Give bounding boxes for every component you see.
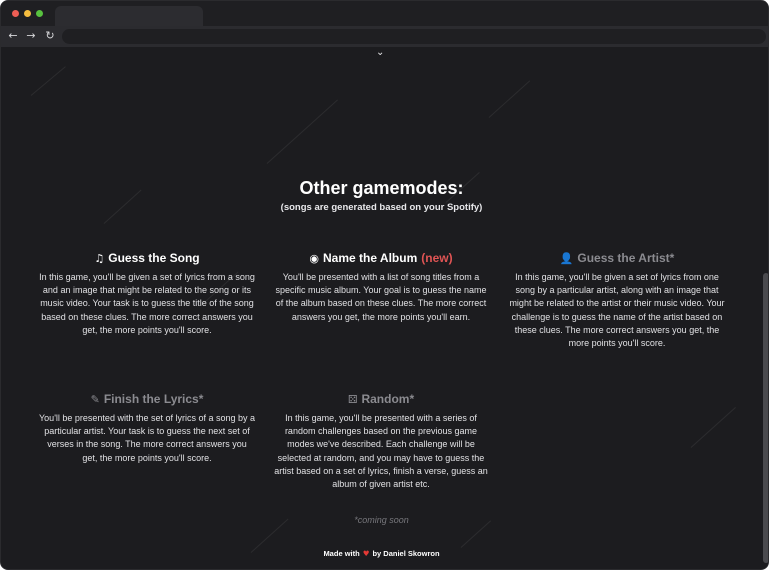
new-badge: (new) — [421, 251, 453, 265]
dice-icon: ⚄ — [347, 392, 358, 406]
gamemode-title-text: Finish the Lyrics* — [103, 392, 204, 406]
gamemode-description: In this game, you'll be given a set of l… — [509, 272, 725, 349]
minimize-window-button[interactable] — [24, 10, 31, 17]
gamemode-name-the-album[interactable]: ◉ Name the Album (new) You'll be present… — [273, 250, 489, 324]
footer-author: by Daniel Skowron — [372, 549, 440, 558]
gamemode-description: You'll be presented with the set of lyri… — [39, 413, 256, 463]
gamemode-title: ♫ Guess the Song — [39, 250, 255, 266]
footer-made-with: Made with — [323, 549, 360, 558]
page-subtitle: (songs are generated based on your Spoti… — [280, 202, 483, 213]
gamemode-guess-the-song[interactable]: ♫ Guess the Song In this game, you'll be… — [39, 250, 255, 337]
user-icon: 👤 — [559, 251, 574, 265]
background-streak — [266, 99, 338, 164]
gamemode-description: In this game, you'll be given a set of l… — [39, 272, 255, 335]
gamemode-title: ✎ Finish the Lyrics* — [39, 391, 255, 407]
forward-icon[interactable]: → — [23, 28, 39, 44]
gamemode-title-text: Guess the Song — [108, 251, 200, 265]
album-icon: ◉ — [309, 251, 319, 265]
browser-window: ← → ↻ ⌄ Other gamemodes: (songs are gene… — [0, 0, 769, 570]
gamemode-random: ⚄ Random* In this game, you'll be presen… — [273, 391, 489, 491]
address-bar[interactable] — [62, 29, 766, 44]
browser-tab[interactable] — [55, 6, 203, 26]
page-title: Other gamemodes: — [299, 178, 464, 198]
scrollbar-thumb[interactable] — [763, 273, 768, 563]
page-viewport: ⌄ Other gamemodes: (songs are generated … — [1, 47, 762, 569]
gamemode-finish-the-lyrics: ✎ Finish the Lyrics* You'll be presented… — [39, 391, 255, 465]
gamemode-title-text: Guess the Artist* — [577, 251, 675, 265]
music-note-icon: ♫ — [94, 251, 105, 265]
background-streak — [488, 80, 531, 118]
maximize-window-button[interactable] — [36, 10, 43, 17]
footer: Made with ♥ by Daniel Skowron — [1, 549, 762, 558]
gamemode-title-text: Name the Album — [323, 251, 418, 265]
gamemode-title: ◉ Name the Album (new) — [273, 250, 489, 266]
background-streak — [690, 406, 736, 448]
coming-soon-note: *coming soon — [354, 515, 409, 525]
edit-lyrics-icon: ✎ — [90, 392, 100, 406]
close-window-button[interactable] — [12, 10, 19, 17]
gamemode-description: In this game, you'll be presented with a… — [274, 413, 488, 490]
heart-icon: ♥ — [362, 549, 370, 558]
navigation-bar: ← → ↻ — [1, 26, 768, 47]
gamemode-description: You'll be presented with a list of song … — [275, 272, 487, 322]
chevron-down-icon[interactable]: ⌄ — [376, 47, 384, 58]
reload-icon[interactable]: ↻ — [42, 28, 58, 44]
gamemode-title-text: Random* — [361, 392, 415, 406]
title-bar — [1, 1, 768, 26]
gamemode-title: 👤 Guess the Artist* — [509, 250, 725, 266]
vertical-scrollbar[interactable] — [762, 47, 768, 569]
gamemode-title: ⚄ Random* — [273, 391, 489, 407]
back-icon[interactable]: ← — [5, 28, 21, 44]
background-streak — [30, 66, 66, 96]
gamemode-guess-the-artist: 👤 Guess the Artist* In this game, you'll… — [509, 250, 725, 350]
